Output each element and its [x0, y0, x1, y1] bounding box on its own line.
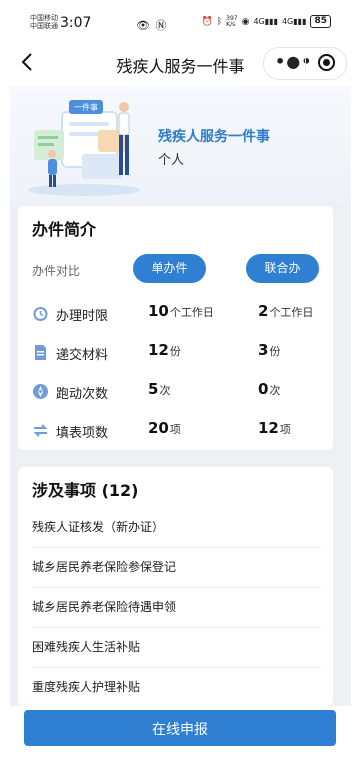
metric-value-single: 20项 — [148, 419, 181, 437]
carrier-1: 中国移动 — [30, 14, 58, 22]
service-illustration-icon: 一件事 — [28, 100, 140, 196]
document-icon — [35, 345, 46, 360]
compass-icon — [33, 384, 48, 399]
compare-label: 办件对比 — [32, 264, 81, 278]
carrier-info: 中国移动 中国联通 — [30, 14, 58, 30]
metric-row-trips: 跑动次数 5次 0次 — [18, 380, 333, 404]
metric-label: 跑动次数 — [56, 387, 109, 402]
metric-row-materials: 递交材料 12份 3份 — [18, 341, 333, 365]
metric-value-single: 5次 — [148, 380, 171, 398]
miniprogram-capsule: •●• — [263, 47, 347, 80]
main-content: 一件事 残疾人服务一件事 个人 办件简介 办件对比 单办件 联合办 办理时限 1… — [10, 86, 351, 706]
bottom-bar: 在线申报 — [0, 706, 361, 760]
more-icon[interactable]: •●• — [275, 54, 312, 70]
metric-label: 办理时限 — [56, 309, 109, 324]
metric-label: 填表项数 — [56, 426, 109, 441]
summary-title: 办件简介 — [32, 220, 97, 239]
metric-row-time: 办理时限 10个工作日 2个工作日 — [18, 302, 333, 326]
list-item[interactable]: 重度残疾人护理补贴 — [32, 667, 322, 706]
matters-title: 涉及事项 (12) — [32, 481, 139, 500]
wifi-icon: ◉ — [241, 16, 250, 27]
status-icons: 👁 Ⓝ — [136, 17, 167, 33]
status-bar: 中国移动 中国联通 3:07 👁 Ⓝ ⏰ ᛒ 397 K/s ◉ 4G▮▮▮ 4… — [0, 0, 361, 40]
alarm-icon: ⏰ — [201, 16, 213, 27]
hero-banner: 一件事 残疾人服务一件事 个人 — [10, 86, 351, 201]
hero-subtitle: 个人 — [158, 153, 185, 168]
metric-row-fields: 填表项数 20项 12项 — [18, 419, 333, 443]
nfc-icon: Ⓝ — [155, 19, 168, 32]
signal-icon-2: 4G▮▮▮ — [281, 17, 307, 26]
metric-value-single: 10个工作日 — [148, 302, 214, 320]
close-target-icon[interactable] — [318, 54, 335, 71]
metric-value-single: 12份 — [148, 341, 181, 359]
battery-indicator: 85 — [310, 15, 331, 28]
hero-title: 残疾人服务一件事 — [158, 129, 270, 145]
illustration-label: 一件事 — [74, 102, 98, 112]
status-time: 3:07 — [60, 15, 92, 31]
status-right: ⏰ ᛒ 397 K/s ◉ 4G▮▮▮ 4G▮▮▮ 85 — [202, 15, 331, 28]
metric-label: 递交材料 — [56, 348, 109, 363]
matters-card: 涉及事项 (12) 残疾人证核发（新办证） 城乡居民养老保险参保登记 城乡居民养… — [18, 467, 333, 706]
capsule-divider — [305, 56, 306, 71]
eye-icon: 👁 — [136, 19, 151, 32]
clock-icon — [33, 307, 48, 321]
signal-icon: 4G▮▮▮ — [253, 17, 278, 26]
list-item[interactable]: 困难残疾人生活补贴 — [32, 627, 322, 668]
bluetooth-icon: ᛒ — [216, 16, 223, 27]
nav-bar: 残疾人服务一件事 •●• — [0, 40, 361, 86]
metric-value-joint: 12项 — [258, 419, 291, 437]
list-item[interactable]: 城乡居民养老保险参保登记 — [32, 547, 322, 588]
carrier-2: 中国联通 — [30, 22, 58, 30]
list-item[interactable]: 城乡居民养老保险待遇申领 — [32, 587, 322, 628]
summary-card: 办件简介 办件对比 单办件 联合办 办理时限 10个工作日 2个工作日 递交材料… — [18, 206, 333, 450]
net-speed: 397 K/s — [226, 14, 238, 28]
metric-value-joint: 2个工作日 — [258, 302, 314, 320]
tab-single[interactable]: 单办件 — [133, 254, 206, 283]
metric-value-joint: 0次 — [258, 380, 281, 398]
metric-value-joint: 3份 — [258, 341, 281, 359]
tab-joint[interactable]: 联合办 — [246, 254, 319, 283]
list-item[interactable]: 残疾人证核发（新办证） — [32, 507, 322, 548]
swap-icon — [33, 424, 48, 437]
apply-online-button[interactable]: 在线申报 — [24, 710, 336, 746]
